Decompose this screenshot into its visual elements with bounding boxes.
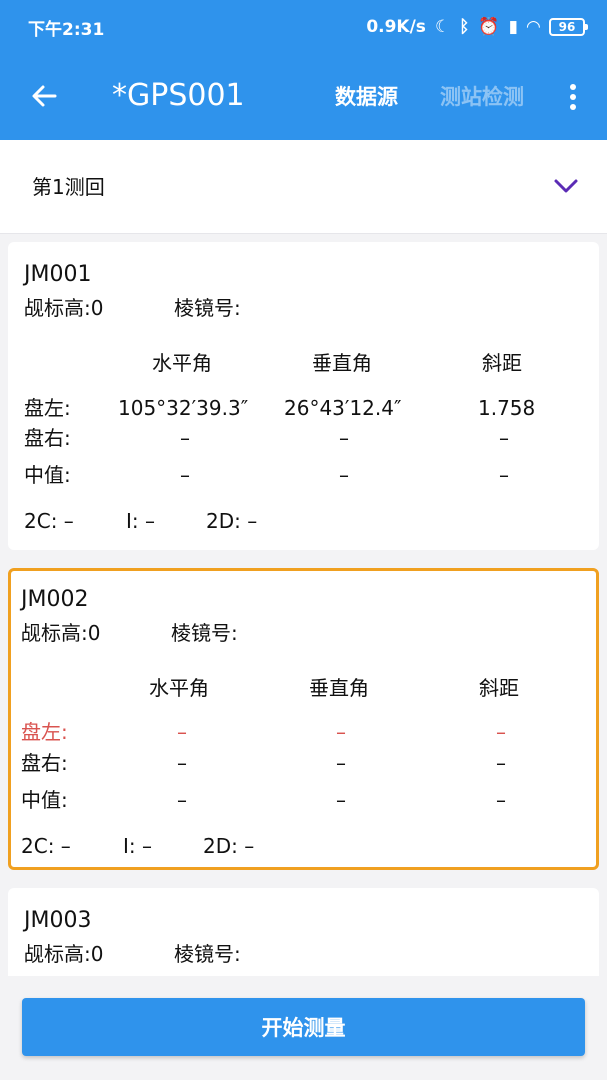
more-dot-icon (570, 94, 576, 100)
col-horizontal-angle: 水平角 (152, 351, 212, 375)
prism-number: 棱镜号: (171, 621, 238, 645)
col-horizontal-angle: 水平角 (149, 676, 209, 700)
start-measure-button[interactable]: 开始测量 (22, 998, 585, 1056)
moon-icon: ☾ (434, 16, 451, 37)
face-left-vertical: 26°43′12.4″ (284, 396, 402, 420)
mean-vertical: – (339, 463, 349, 487)
status-bar: 下午2:31 0.9K/s ☾ ᛒ ⏰ ▮ ◠ 96 (0, 0, 607, 54)
value-2d: 2D: – (203, 834, 255, 858)
mean-distance: – (496, 788, 506, 812)
station-check-menu[interactable]: 测站检测 (440, 82, 524, 112)
signal-icon: ▮ (508, 16, 518, 37)
wifi-icon: ◠ (526, 16, 540, 37)
chevron-down-icon[interactable] (552, 174, 580, 198)
point-name: JM002 (21, 587, 89, 612)
row-face-left: 盘左: (24, 396, 71, 420)
data-source-menu[interactable]: 数据源 (335, 82, 398, 112)
prism-number: 棱镜号: (174, 296, 241, 320)
point-name: JM003 (24, 908, 92, 933)
row-face-right: 盘右: (24, 426, 71, 450)
point-card[interactable]: JM001 觇标高:0 棱镜号: 水平角 垂直角 斜距 盘左: 105°32′3… (8, 242, 599, 550)
face-right-horizontal: – (177, 751, 187, 775)
col-vertical-angle: 垂直角 (312, 351, 372, 375)
row-face-right: 盘右: (21, 751, 68, 775)
round-selector[interactable]: 第1测回 (0, 140, 607, 234)
mean-distance: – (499, 463, 509, 487)
face-left-distance: – (496, 720, 506, 744)
arrow-left-icon (32, 85, 57, 107)
app-bar: *GPS001 数据源 测站检测 (0, 54, 607, 140)
alarm-icon: ⏰ (478, 16, 500, 37)
face-left-distance: 1.758 (478, 396, 536, 420)
col-vertical-angle: 垂直角 (309, 676, 369, 700)
face-right-distance: – (496, 751, 506, 775)
more-options-button[interactable] (560, 80, 586, 114)
prism-height: 觇标高:0 (24, 296, 104, 320)
status-icons: 0.9K/s ☾ ᛒ ⏰ ▮ ◠ 96 (366, 16, 588, 37)
face-right-horizontal: – (180, 426, 190, 450)
prism-height: 觇标高:0 (21, 621, 101, 645)
back-button[interactable] (26, 78, 62, 114)
page-title: *GPS001 (112, 78, 245, 113)
network-speed: 0.9K/s (366, 17, 426, 37)
face-right-vertical: – (339, 426, 349, 450)
value-2d: 2D: – (206, 509, 258, 533)
prism-number: 棱镜号: (174, 942, 241, 966)
face-left-horizontal: – (177, 720, 187, 744)
bluetooth-icon: ᛒ (459, 16, 470, 37)
battery-icon: 96 (549, 18, 588, 36)
face-right-vertical: – (336, 751, 346, 775)
value-i: I: – (123, 834, 152, 858)
value-2c: 2C: – (24, 509, 74, 533)
point-card-selected[interactable]: JM002 觇标高:0 棱镜号: 水平角 垂直角 斜距 盘左: – – – 盘右… (8, 568, 599, 870)
face-right-distance: – (499, 426, 509, 450)
col-slope-distance: 斜距 (479, 676, 519, 700)
row-mean: 中值: (24, 463, 71, 487)
mean-horizontal: – (180, 463, 190, 487)
point-name: JM001 (24, 262, 92, 287)
mean-vertical: – (336, 788, 346, 812)
more-dot-icon (570, 104, 576, 110)
col-slope-distance: 斜距 (482, 351, 522, 375)
round-label: 第1测回 (32, 175, 105, 199)
prism-height: 觇标高:0 (24, 942, 104, 966)
face-left-vertical: – (336, 720, 346, 744)
point-card[interactable]: JM003 觇标高:0 棱镜号: (8, 888, 599, 976)
value-i: I: – (126, 509, 155, 533)
row-face-left: 盘左: (21, 720, 68, 744)
status-time: 下午2:31 (28, 19, 105, 40)
more-dot-icon (570, 84, 576, 90)
mean-horizontal: – (177, 788, 187, 812)
row-mean: 中值: (21, 788, 68, 812)
face-left-horizontal: 105°32′39.3″ (118, 396, 249, 420)
value-2c: 2C: – (21, 834, 71, 858)
